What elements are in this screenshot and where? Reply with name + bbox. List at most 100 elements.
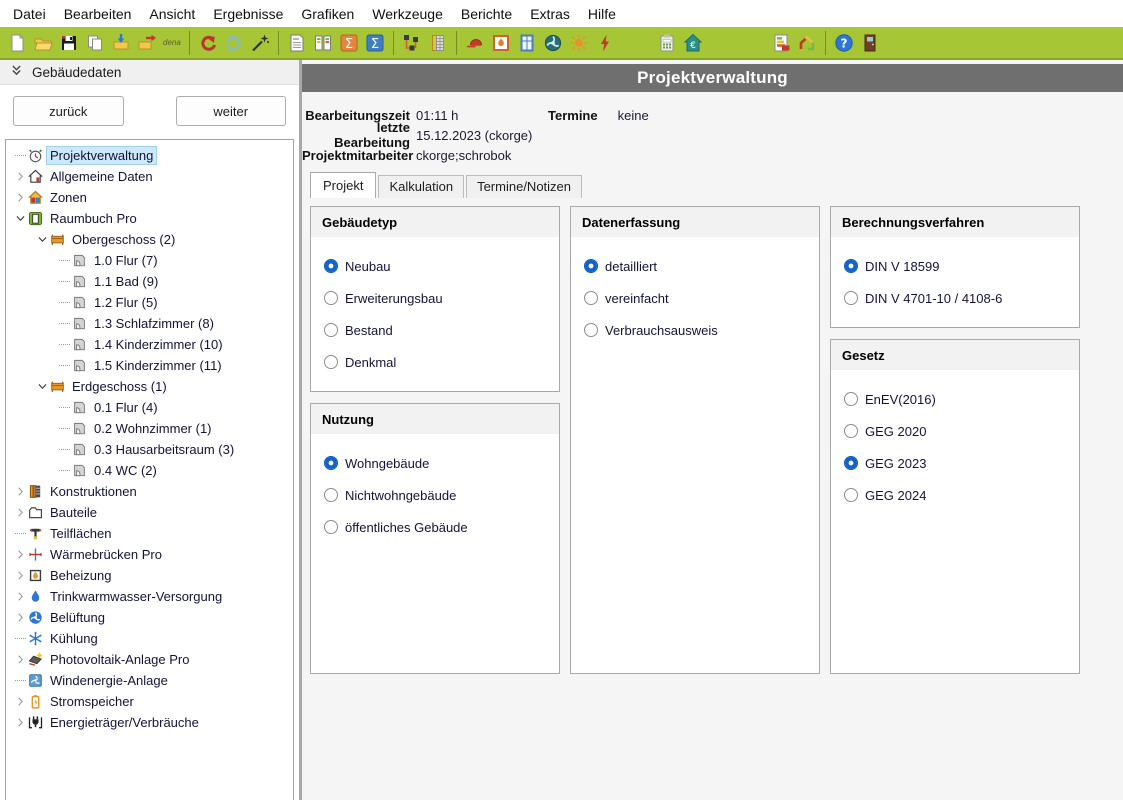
chevron-right-icon[interactable] bbox=[12, 192, 28, 203]
chevron-right-icon[interactable] bbox=[12, 549, 28, 560]
radio-option-label[interactable]: Erweiterungsbau bbox=[345, 291, 443, 306]
dena-logo[interactable]: dena bbox=[160, 38, 184, 47]
tree-item-label[interactable]: Allgemeine Daten bbox=[47, 168, 156, 185]
menu-item-werkzeuge[interactable]: Werkzeuge bbox=[363, 2, 452, 26]
radio-option[interactable]: GEG 2023 bbox=[844, 454, 1066, 472]
radio-option[interactable]: vereinfacht bbox=[584, 289, 806, 307]
radio-unselected-icon[interactable] bbox=[584, 323, 598, 337]
tree-item[interactable]: 1.3 Schlafzimmer (8) bbox=[6, 313, 293, 334]
tree-item[interactable]: Bauteile bbox=[6, 502, 293, 523]
radio-option[interactable]: Erweiterungsbau bbox=[324, 289, 546, 307]
radio-option[interactable]: Wohngebäude bbox=[324, 454, 546, 472]
radio-option[interactable]: Neubau bbox=[324, 257, 546, 275]
radio-unselected-icon[interactable] bbox=[844, 392, 858, 406]
tree-item-label[interactable]: Obergeschoss (2) bbox=[69, 231, 178, 248]
tree-item[interactable]: Beheizung bbox=[6, 565, 293, 586]
redo-icon[interactable] bbox=[221, 30, 247, 56]
radio-option-label[interactable]: Bestand bbox=[345, 323, 393, 338]
tree-item[interactable]: Zonen bbox=[6, 187, 293, 208]
menu-item-ergebnisse[interactable]: Ergebnisse bbox=[204, 2, 292, 26]
tree-item-label[interactable]: Windenergie-Anlage bbox=[47, 672, 171, 689]
tree-item[interactable]: Projektverwaltung bbox=[6, 145, 293, 166]
radio-unselected-icon[interactable] bbox=[844, 291, 858, 305]
tree-item-label[interactable]: 0.1 Flur (4) bbox=[91, 399, 161, 416]
radio-option[interactable]: DIN V 18599 bbox=[844, 257, 1066, 275]
tree-item-label[interactable]: Teilflächen bbox=[47, 525, 114, 542]
radio-unselected-icon[interactable] bbox=[324, 323, 338, 337]
tree-item[interactable]: Wärmebrücken Pro bbox=[6, 544, 293, 565]
help-icon[interactable]: ? bbox=[831, 30, 857, 56]
radio-option[interactable]: GEG 2020 bbox=[844, 422, 1066, 440]
tree-item-label[interactable]: Belüftung bbox=[47, 609, 108, 626]
house-euro-icon[interactable]: € bbox=[680, 30, 706, 56]
chevron-down-icon[interactable] bbox=[34, 381, 50, 392]
tree-item-label[interactable]: Beheizung bbox=[47, 567, 114, 584]
ventilation-fan-icon[interactable] bbox=[540, 30, 566, 56]
tree-item[interactable]: 1.0 Flur (7) bbox=[6, 250, 293, 271]
tree-item[interactable]: Erdgeschoss (1) bbox=[6, 376, 293, 397]
radio-unselected-icon[interactable] bbox=[324, 355, 338, 369]
export-folder-icon[interactable] bbox=[134, 30, 160, 56]
tree-item-label[interactable]: 0.2 Wohnzimmer (1) bbox=[91, 420, 215, 437]
radio-option-label[interactable]: DIN V 18599 bbox=[865, 259, 939, 274]
tree-item-label[interactable]: 1.4 Kinderzimmer (10) bbox=[91, 336, 226, 353]
radio-option-label[interactable]: Wohngebäude bbox=[345, 456, 429, 471]
menu-item-berichte[interactable]: Berichte bbox=[452, 2, 521, 26]
tree-item-label[interactable]: Stromspeicher bbox=[47, 693, 137, 710]
radio-option-label[interactable]: detailliert bbox=[605, 259, 657, 274]
menu-item-hilfe[interactable]: Hilfe bbox=[579, 2, 625, 26]
tree-item[interactable]: Energieträger/Verbräuche bbox=[6, 712, 293, 733]
tree-item[interactable]: Obergeschoss (2) bbox=[6, 229, 293, 250]
chevron-right-icon[interactable] bbox=[12, 612, 28, 623]
tree-item-label[interactable]: Konstruktionen bbox=[47, 483, 140, 500]
sum-blue-icon[interactable]: Σ bbox=[362, 30, 388, 56]
tree-item[interactable]: Teilflächen bbox=[6, 523, 293, 544]
tree-item[interactable]: Konstruktionen bbox=[6, 481, 293, 502]
radio-unselected-icon[interactable] bbox=[324, 291, 338, 305]
radio-option-label[interactable]: Neubau bbox=[345, 259, 391, 274]
tree-item[interactable]: Kühlung bbox=[6, 628, 293, 649]
radio-selected-icon[interactable] bbox=[324, 259, 338, 273]
lightning-icon[interactable] bbox=[592, 30, 618, 56]
menu-item-extras[interactable]: Extras bbox=[521, 2, 579, 26]
calculator-clipboard-icon[interactable] bbox=[654, 30, 680, 56]
radio-option[interactable]: öffentliches Gebäude bbox=[324, 518, 546, 536]
heating-radiator-icon[interactable] bbox=[488, 30, 514, 56]
tree-item[interactable]: Allgemeine Daten bbox=[6, 166, 293, 187]
wall-layers-icon[interactable] bbox=[425, 30, 451, 56]
tree-item-label[interactable]: Wärmebrücken Pro bbox=[47, 546, 165, 563]
tree-item[interactable]: 1.2 Flur (5) bbox=[6, 292, 293, 313]
radio-option-label[interactable]: EnEV(2016) bbox=[865, 392, 936, 407]
tree-item-label[interactable]: Raumbuch Pro bbox=[47, 210, 140, 227]
tree-item[interactable]: 1.5 Kinderzimmer (11) bbox=[6, 355, 293, 376]
radio-selected-icon[interactable] bbox=[844, 259, 858, 273]
sun-icon[interactable] bbox=[566, 30, 592, 56]
radio-option[interactable]: DIN V 4701-10 / 4108-6 bbox=[844, 289, 1066, 307]
radio-option-label[interactable]: GEG 2023 bbox=[865, 456, 926, 471]
chevron-right-icon[interactable] bbox=[12, 507, 28, 518]
collapse-double-chevron-icon[interactable] bbox=[10, 64, 23, 80]
save-icon[interactable] bbox=[56, 30, 82, 56]
import-folder-icon[interactable] bbox=[108, 30, 134, 56]
tree-item[interactable]: Photovoltaik-Anlage Pro bbox=[6, 649, 293, 670]
radio-option-label[interactable]: GEG 2024 bbox=[865, 488, 926, 503]
menu-item-ansicht[interactable]: Ansicht bbox=[140, 2, 204, 26]
open-folder-icon[interactable] bbox=[30, 30, 56, 56]
chevron-right-icon[interactable] bbox=[12, 717, 28, 728]
tab-kalkulation[interactable]: Kalkulation bbox=[378, 175, 464, 198]
menu-item-bearbeiten[interactable]: Bearbeiten bbox=[55, 2, 141, 26]
tree-item-label[interactable]: 1.5 Kinderzimmer (11) bbox=[91, 357, 225, 374]
tree-item[interactable]: Windenergie-Anlage bbox=[6, 670, 293, 691]
radio-option-label[interactable]: öffentliches Gebäude bbox=[345, 520, 468, 535]
tree-item-label[interactable]: 1.3 Schlafzimmer (8) bbox=[91, 315, 217, 332]
tree-item[interactable]: Belüftung bbox=[6, 607, 293, 628]
radio-option[interactable]: Verbrauchsausweis bbox=[584, 321, 806, 339]
chevron-right-icon[interactable] bbox=[12, 591, 28, 602]
radio-option-label[interactable]: Verbrauchsausweis bbox=[605, 323, 718, 338]
tree-item-label[interactable]: 0.4 WC (2) bbox=[91, 462, 160, 479]
tree-item[interactable]: 1.4 Kinderzimmer (10) bbox=[6, 334, 293, 355]
energy-pass-icon[interactable] bbox=[310, 30, 336, 56]
copy-icon[interactable] bbox=[82, 30, 108, 56]
tree-item-label[interactable]: Photovoltaik-Anlage Pro bbox=[47, 651, 192, 668]
radio-option-label[interactable]: Denkmal bbox=[345, 355, 396, 370]
